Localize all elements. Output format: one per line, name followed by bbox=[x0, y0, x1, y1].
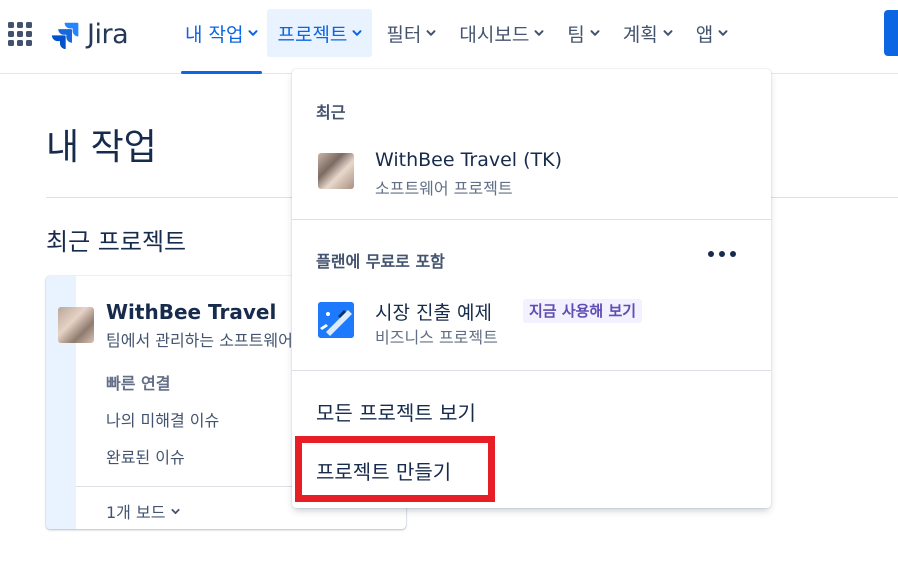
plan-project-subtitle: 비즈니스 프로젝트 bbox=[375, 328, 498, 347]
nav-teams[interactable]: 팀 bbox=[558, 9, 608, 57]
top-navigation: Jira 내 작업 프로젝트 필터 대시보드 팀 계획 앱 bbox=[0, 0, 898, 74]
nav-teams-label: 팀 bbox=[567, 23, 585, 46]
my-open-issues-link[interactable]: 나의 미해결 이슈 bbox=[106, 407, 219, 431]
highlight-annotation bbox=[295, 436, 495, 502]
jira-logo-icon bbox=[51, 22, 79, 49]
included-in-plan-heading: 플랜에 무료로 포함 bbox=[316, 252, 445, 271]
project-avatar bbox=[58, 307, 94, 343]
create-button[interactable] bbox=[884, 10, 898, 56]
menu-separator bbox=[292, 219, 771, 220]
boards-label: 1개 보드 bbox=[106, 503, 166, 522]
rocket-graphic bbox=[318, 302, 354, 338]
nav-my-work-label: 내 작업 bbox=[185, 23, 244, 46]
nav-filters[interactable]: 필터 bbox=[377, 9, 445, 57]
recent-heading: 최근 bbox=[316, 103, 346, 122]
chevron-down-icon bbox=[426, 30, 436, 36]
chevron-down-icon bbox=[352, 30, 362, 36]
recent-projects-heading: 최근 프로젝트 bbox=[46, 228, 187, 256]
project-card-name[interactable]: WithBee Travel bbox=[106, 300, 276, 324]
chevron-down-icon bbox=[718, 30, 728, 36]
try-now-badge[interactable]: 지금 사용해 보기 bbox=[523, 299, 643, 323]
nav-projects-label: 프로젝트 bbox=[277, 23, 348, 46]
nav-projects[interactable]: 프로젝트 bbox=[267, 9, 373, 57]
plan-project-title[interactable]: 시장 진출 예제 bbox=[375, 298, 492, 325]
nav-apps[interactable]: 앱 bbox=[687, 9, 737, 57]
nav-apps-label: 앱 bbox=[695, 23, 714, 46]
chevron-down-icon bbox=[663, 30, 673, 36]
nav-plans[interactable]: 계획 bbox=[614, 9, 682, 57]
recent-project-title[interactable]: WithBee Travel (TK) bbox=[375, 149, 562, 171]
chevron-down-icon bbox=[534, 30, 544, 36]
rocket-icon[interactable] bbox=[318, 302, 354, 338]
boards-dropdown[interactable]: 1개 보드 bbox=[106, 499, 180, 523]
jira-logo[interactable]: Jira bbox=[51, 17, 129, 51]
nav-dashboards-label: 대시보드 bbox=[459, 23, 530, 46]
quick-links-label: 빠른 연결 bbox=[106, 374, 171, 393]
brand-name: Jira bbox=[87, 18, 129, 50]
chevron-down-icon bbox=[590, 30, 600, 36]
view-all-projects-item[interactable]: 모든 프로젝트 보기 bbox=[316, 397, 476, 426]
main-nav: 내 작업 프로젝트 필터 대시보드 팀 계획 앱 bbox=[181, 9, 742, 74]
menu-separator bbox=[292, 370, 771, 371]
nav-dashboards[interactable]: 대시보드 bbox=[450, 9, 553, 57]
chevron-down-icon bbox=[171, 508, 180, 514]
more-dots-icon[interactable] bbox=[708, 251, 736, 257]
chevron-down-icon bbox=[248, 30, 258, 36]
nav-plans-label: 계획 bbox=[622, 23, 658, 46]
page-title: 내 작업 bbox=[46, 127, 157, 168]
app-switcher-grid-icon[interactable] bbox=[7, 21, 33, 47]
done-issues-link[interactable]: 완료된 이슈 bbox=[106, 444, 185, 468]
nav-filters-label: 필터 bbox=[386, 23, 422, 46]
recent-project-avatar[interactable] bbox=[318, 153, 354, 189]
nav-my-work[interactable]: 내 작업 bbox=[181, 9, 263, 74]
recent-project-subtitle: 소프트웨어 프로젝트 bbox=[375, 179, 513, 198]
